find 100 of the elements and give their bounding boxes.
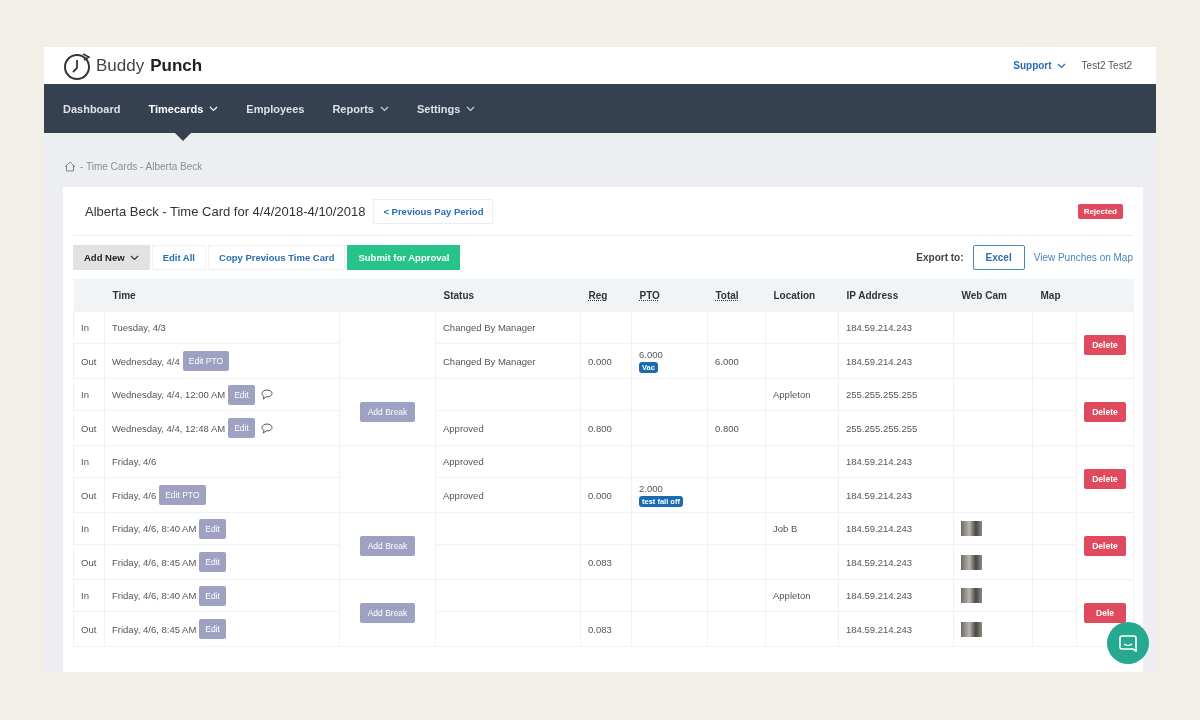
punch-type: Out	[81, 355, 97, 367]
home-icon	[64, 161, 76, 172]
location-text: Appleton	[773, 590, 811, 601]
total-hours: 0.800	[715, 422, 739, 434]
punch-time: Friday, 4/6, 8:45 AM	[112, 623, 197, 635]
punch-time: Friday, 4/6, 8:40 AM	[112, 590, 197, 601]
add-break-button[interactable]: Add Break	[359, 536, 416, 556]
edit-button[interactable]: Edit PTO	[159, 485, 206, 505]
edit-button[interactable]: Edit	[228, 418, 255, 438]
photo-placeholder[interactable]	[961, 621, 982, 637]
ip-address: 184.59.214.243	[846, 623, 913, 635]
status-text: Approved	[443, 489, 484, 501]
ip-address: 184.59.214.243	[846, 489, 913, 501]
punch-type: In	[81, 322, 89, 333]
edit-button[interactable]: Edit PTO	[182, 351, 230, 371]
punch-time: Friday, 4/6	[112, 489, 157, 501]
chat-icon	[1119, 634, 1137, 652]
ip-address: 184.59.214.243	[846, 556, 913, 568]
ip-address: 255.255.255.255	[846, 422, 918, 434]
status-text: Approved	[443, 456, 484, 467]
chevron-down-icon	[209, 105, 219, 112]
ip-address: 184.59.214.243	[846, 355, 913, 367]
nav-item[interactable]: Employees	[246, 84, 305, 133]
map-link[interactable]: View Punches on Map	[1033, 252, 1133, 263]
delete-button[interactable]: Dele	[1084, 603, 1126, 623]
nav-item[interactable]: Settings	[416, 84, 476, 133]
punch-time: Wednesday, 4/4	[112, 355, 180, 367]
comment-icon	[260, 389, 273, 400]
status-text: Changed By Manager	[443, 322, 536, 333]
punch-type: In	[81, 590, 89, 601]
chevron-down-icon	[1056, 62, 1066, 69]
punch-type: Out	[81, 556, 97, 568]
delete-button[interactable]: Delete	[1084, 402, 1126, 422]
reg-hours: 0.000	[588, 489, 612, 501]
clock-icon	[63, 51, 93, 80]
chevron-down-icon	[379, 105, 389, 112]
column-header: Reg	[580, 279, 632, 312]
export-label: Export to:	[916, 252, 964, 263]
ip-address: 255.255.255.255	[846, 389, 918, 400]
pto-hours: 2.000	[639, 483, 664, 494]
toolbar-button[interactable]: Copy Previous Time Card	[208, 245, 346, 270]
photo-placeholder[interactable]	[961, 554, 982, 570]
nav-item[interactable]: Dashboard	[63, 84, 121, 133]
toolbar-button[interactable]: Edit All	[151, 245, 206, 270]
breadcrumb[interactable]: - Time Cards - Alberta Beck	[80, 161, 203, 172]
previous-pay-period-button[interactable]: < Previous Pay Period	[373, 198, 494, 224]
timecard-title: Alberta Beck - Time Card for 4/4/2018-4/10/2018	[85, 203, 366, 219]
edit-button[interactable]: Edit	[228, 384, 255, 405]
reg-hours: 0.083	[588, 623, 612, 635]
delete-button[interactable]: Delete	[1084, 469, 1126, 489]
nav-item[interactable]: Reports	[332, 84, 389, 133]
punch-time: Friday, 4/6, 8:40 AM	[112, 523, 197, 534]
punch-time: Wednesday, 4/4, 12:48 AM	[112, 422, 226, 434]
column-header: Location	[765, 279, 839, 312]
chevron-down-icon	[466, 105, 476, 112]
status-text: Approved	[443, 422, 484, 434]
column-header: Map	[1032, 279, 1077, 312]
support-menu[interactable]: Support	[1013, 60, 1066, 71]
punch-time: Friday, 4/6	[112, 456, 157, 467]
submit-button[interactable]: Submit for Approval	[347, 245, 461, 270]
punch-time: Friday, 4/6, 8:45 AM	[112, 556, 197, 568]
column-header: PTO	[631, 279, 708, 312]
delete-button[interactable]: Delete	[1084, 335, 1126, 355]
column-header: IP Address	[838, 279, 954, 312]
photo-placeholder[interactable]	[961, 588, 982, 603]
pto-hours: 6.000	[639, 349, 664, 360]
edit-button[interactable]: Edit	[199, 619, 226, 639]
ip-address: 184.59.214.243	[846, 456, 913, 467]
reg-hours: 0.000	[588, 355, 612, 367]
ip-address: 184.59.214.243	[846, 322, 913, 333]
add-break-button[interactable]: Add Break	[359, 603, 416, 623]
delete-button[interactable]: Delete	[1084, 536, 1126, 556]
reg-hours: 0.083	[588, 556, 612, 568]
edit-button[interactable]: Edit	[199, 518, 226, 539]
location-text: Appleton	[773, 389, 811, 400]
punch-time: Wednesday, 4/4, 12:00 AM	[112, 389, 226, 400]
column-header: Status	[435, 279, 581, 312]
comment-icon	[260, 422, 273, 434]
total-hours: 6.000	[715, 355, 739, 367]
reg-hours: 0.800	[588, 422, 612, 434]
user-name[interactable]: Test2 Test2	[1081, 60, 1132, 71]
edit-button[interactable]: Edit	[199, 552, 226, 572]
excel-button[interactable]: Excel	[972, 245, 1025, 270]
logo-text: Punch	[150, 55, 203, 76]
punch-type: In	[81, 456, 89, 467]
punch-type: Out	[81, 623, 97, 635]
punch-type: In	[81, 389, 89, 400]
photo-placeholder[interactable]	[961, 521, 982, 536]
add-break-button[interactable]: Add Break	[359, 402, 416, 422]
column-header: Total	[707, 279, 766, 312]
location-text: Job B	[773, 523, 798, 534]
status-badge: Rejected	[1077, 203, 1123, 219]
punch-type: In	[81, 523, 89, 534]
ip-address: 184.59.214.243	[846, 590, 913, 601]
column-header: Time	[104, 279, 340, 312]
edit-button[interactable]: Edit	[199, 585, 226, 606]
add-new-dropdown[interactable]: Add New	[73, 245, 150, 270]
chevron-down-icon	[129, 254, 139, 261]
punch-time: Tuesday, 4/3	[112, 322, 166, 333]
status-text: Changed By Manager	[443, 355, 536, 367]
